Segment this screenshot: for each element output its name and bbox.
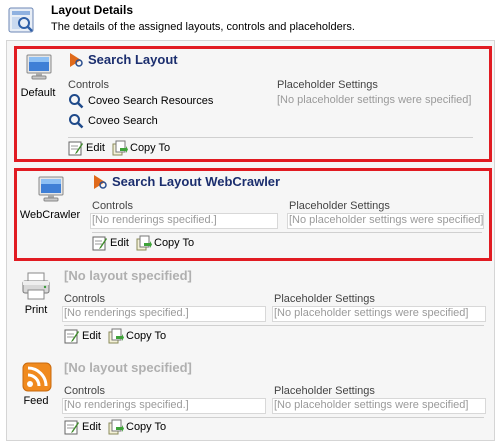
copy-to-button[interactable]: Copy To	[108, 419, 174, 436]
printer-icon	[22, 272, 50, 300]
controls-heading: Controls	[64, 293, 105, 305]
edit-label: Edit	[82, 330, 101, 342]
edit-icon	[92, 236, 107, 251]
device-name: WebCrawler	[19, 209, 81, 221]
copy-to-label: Copy To	[126, 421, 167, 433]
layout-name[interactable]: Search Layout WebCrawler	[112, 174, 280, 189]
edit-button[interactable]: Edit	[64, 329, 104, 345]
layout-name[interactable]: Search Layout	[88, 52, 178, 67]
placeholder-settings-heading: Placeholder Settings	[274, 385, 375, 397]
magnifier-icon	[69, 114, 84, 129]
layout-icon	[70, 53, 83, 67]
monitor-icon	[38, 176, 64, 202]
rendering-name: Coveo Search	[88, 115, 158, 127]
divider	[68, 137, 473, 138]
placeholder-settings-heading: Placeholder Settings	[289, 200, 390, 212]
copy-to-button[interactable]: Copy To	[136, 235, 202, 252]
device-name: Default	[20, 87, 56, 99]
renderings-empty: [No renderings specified.]	[64, 399, 189, 411]
copy-to-icon	[112, 140, 128, 156]
layout-name[interactable]: [No layout specified]	[64, 360, 192, 375]
placeholder-settings-empty: [No placeholder settings were specified]	[274, 307, 469, 319]
edit-icon	[68, 141, 83, 156]
edit-icon	[64, 420, 79, 435]
copy-to-label: Copy To	[154, 237, 195, 249]
placeholder-settings-empty: [No placeholder settings were specified]	[277, 94, 472, 106]
divider	[64, 325, 484, 326]
copy-to-button[interactable]: Copy To	[112, 140, 178, 157]
monitor-icon	[26, 54, 52, 80]
placeholder-settings-empty: [No placeholder settings were specified]	[274, 399, 469, 411]
edit-icon	[64, 329, 79, 344]
layout-icon	[94, 175, 107, 189]
device-name: Feed	[23, 395, 49, 407]
edit-button[interactable]: Edit	[92, 236, 132, 252]
placeholder-settings-heading: Placeholder Settings	[277, 79, 378, 91]
edit-button[interactable]: Edit	[64, 420, 104, 436]
controls-heading: Controls	[64, 385, 105, 397]
magnifier-icon	[69, 94, 84, 109]
edit-label: Edit	[86, 142, 105, 154]
divider	[64, 417, 484, 418]
renderings-empty: [No renderings specified.]	[64, 307, 189, 319]
rendering-name: Coveo Search Resources	[88, 95, 214, 107]
copy-to-icon	[136, 235, 152, 251]
placeholder-settings-heading: Placeholder Settings	[274, 293, 375, 305]
copy-to-icon	[108, 419, 124, 435]
layout-name[interactable]: [No layout specified]	[64, 268, 192, 283]
rendering-item[interactable]: Coveo Search	[68, 114, 248, 130]
controls-heading: Controls	[68, 79, 109, 91]
page-title: Layout Details	[51, 3, 134, 17]
divider	[92, 232, 482, 233]
layout-details-icon	[8, 7, 34, 33]
copy-to-button[interactable]: Copy To	[108, 328, 174, 345]
edit-button[interactable]: Edit	[68, 141, 108, 157]
copy-to-label: Copy To	[130, 142, 171, 154]
copy-to-label: Copy To	[126, 330, 167, 342]
controls-heading: Controls	[92, 200, 133, 212]
rss-feed-icon	[22, 362, 52, 392]
rendering-item[interactable]: Coveo Search Resources	[68, 94, 248, 110]
placeholder-settings-empty: [No placeholder settings were specified]	[289, 214, 484, 226]
copy-to-icon	[108, 328, 124, 344]
edit-label: Edit	[82, 421, 101, 433]
page-subtitle: The details of the assigned layouts, con…	[51, 21, 355, 33]
edit-label: Edit	[110, 237, 129, 249]
renderings-empty: [No renderings specified.]	[92, 214, 217, 226]
layout-details-header: Layout Details The details of the assign…	[0, 0, 495, 40]
device-name: Print	[24, 304, 48, 316]
